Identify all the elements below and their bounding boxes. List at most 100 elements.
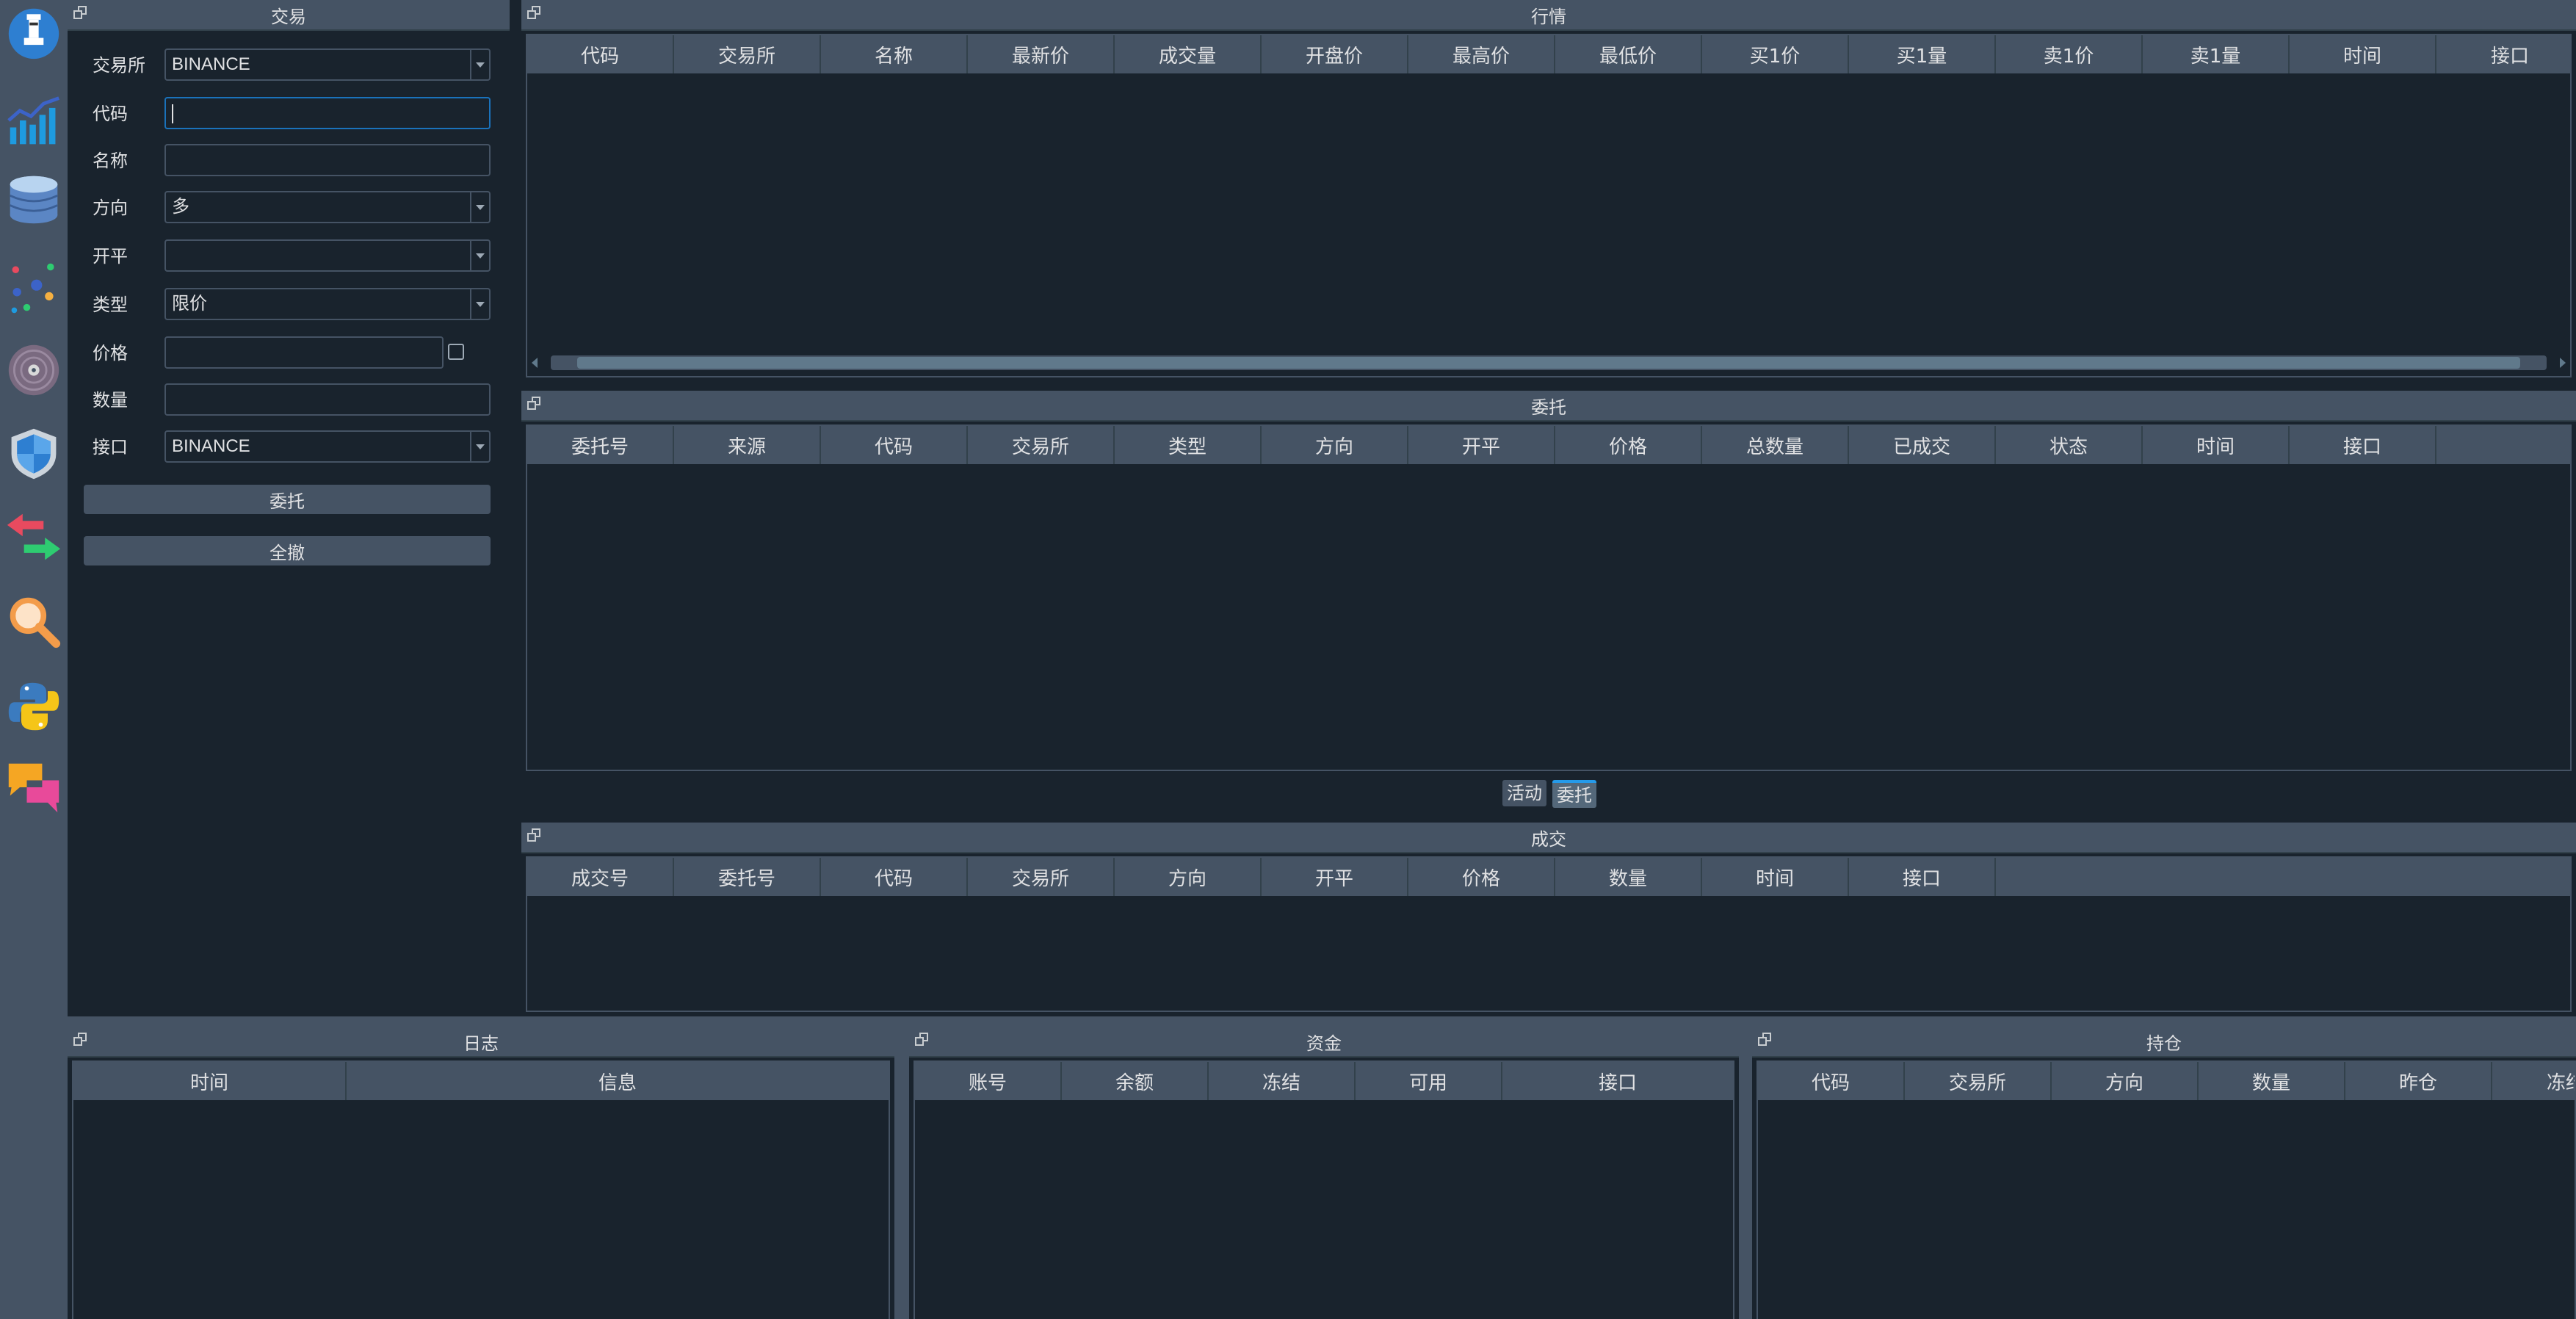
horizontal-scrollbar[interactable]: [529, 355, 2569, 370]
column-header[interactable]: 买1价: [1702, 35, 1849, 73]
column-header[interactable]: 接口: [2436, 35, 2570, 73]
column-header[interactable]: 价格: [1408, 858, 1555, 896]
column-header[interactable]: 成交号: [527, 858, 674, 896]
tick-table: 代码 交易所 名称 最新价 成交量 开盘价 最高价 最低价 买1价 买1量 卖1…: [526, 34, 2572, 377]
column-header[interactable]: 卖1价: [1996, 35, 2143, 73]
send-order-button[interactable]: 委托: [84, 485, 491, 514]
tab-active-orders[interactable]: 活动: [1502, 780, 1546, 806]
column-header[interactable]: 开平: [1262, 858, 1408, 896]
scroll-thumb[interactable]: [577, 357, 2520, 369]
column-header[interactable]: 账号: [915, 1062, 1062, 1100]
tab-all-orders[interactable]: 委托: [1552, 780, 1596, 808]
column-header[interactable]: 成交量: [1115, 35, 1262, 73]
column-header[interactable]: 卖1量: [2143, 35, 2290, 73]
column-header[interactable]: 信息: [347, 1062, 889, 1100]
column-header[interactable]: 时间: [2290, 35, 2436, 73]
column-header[interactable]: 委托号: [527, 426, 674, 464]
chat-icon[interactable]: [4, 758, 63, 817]
disc-icon[interactable]: [4, 341, 63, 400]
float-window-icon[interactable]: [73, 6, 87, 19]
search-icon[interactable]: [4, 592, 63, 651]
column-header[interactable]: 状态: [1996, 426, 2143, 464]
float-window-icon[interactable]: [527, 397, 540, 410]
direction-combobox[interactable]: 多: [164, 191, 491, 223]
column-header[interactable]: 开平: [1408, 426, 1555, 464]
column-header[interactable]: 最新价: [968, 35, 1115, 73]
price-checkbox[interactable]: [448, 344, 464, 360]
column-header[interactable]: 冻结: [2492, 1062, 2575, 1100]
horizontal-splitter[interactable]: [68, 1016, 2576, 1027]
swap-arrows-icon[interactable]: [4, 508, 63, 567]
code-label: 代码: [93, 104, 128, 124]
log-monitor-title: 日志: [68, 1027, 894, 1058]
column-header[interactable]: 名称: [821, 35, 968, 73]
python-icon[interactable]: [4, 677, 63, 736]
column-header[interactable]: 委托号: [674, 858, 821, 896]
vertical-splitter[interactable]: [510, 0, 520, 1016]
column-header[interactable]: 买1量: [1849, 35, 1996, 73]
column-header[interactable]: 交易所: [1905, 1062, 2052, 1100]
order-monitor-title: 委托: [521, 391, 2576, 422]
column-header[interactable]: 冻结: [1209, 1062, 1356, 1100]
float-window-icon[interactable]: [527, 828, 540, 842]
column-header[interactable]: 代码: [821, 858, 968, 896]
column-header[interactable]: 已成交: [1849, 426, 1996, 464]
column-header[interactable]: 总数量: [1702, 426, 1849, 464]
vertical-splitter[interactable]: [1739, 1027, 1752, 1319]
column-header[interactable]: 交易所: [968, 426, 1115, 464]
column-header[interactable]: 余额: [1062, 1062, 1209, 1100]
float-window-icon[interactable]: [1758, 1033, 1771, 1046]
column-header[interactable]: 最低价: [1555, 35, 1702, 73]
column-header[interactable]: 时间: [73, 1062, 347, 1100]
column-header[interactable]: 时间: [2143, 426, 2290, 464]
account-monitor: 资金 账号 余额 冻结 可用 接口: [909, 1027, 1739, 1319]
float-window-icon[interactable]: [527, 6, 540, 19]
column-header[interactable]: 类型: [1115, 426, 1262, 464]
column-header[interactable]: 方向: [2052, 1062, 2199, 1100]
column-header[interactable]: 方向: [1262, 426, 1408, 464]
column-header[interactable]: 接口: [2290, 426, 2436, 464]
shield-icon[interactable]: [4, 424, 63, 483]
column-header[interactable]: 代码: [527, 35, 674, 73]
scroll-right-arrow-icon[interactable]: [2560, 358, 2566, 368]
float-window-icon[interactable]: [73, 1033, 87, 1046]
name-input[interactable]: [164, 144, 491, 176]
scroll-left-arrow-icon[interactable]: [532, 358, 538, 368]
float-window-icon[interactable]: [915, 1033, 928, 1046]
scroll-track[interactable]: [551, 355, 2547, 370]
column-header[interactable]: 代码: [1758, 1062, 1905, 1100]
vertical-splitter[interactable]: [894, 1027, 909, 1319]
column-header[interactable]: 来源: [674, 426, 821, 464]
column-header[interactable]: 交易所: [968, 858, 1115, 896]
chevron-down-icon: [470, 289, 489, 319]
column-header[interactable]: 昨仓: [2345, 1062, 2492, 1100]
gateway-combobox[interactable]: BINANCE: [164, 430, 491, 463]
column-header[interactable]: 开盘价: [1262, 35, 1408, 73]
database-icon[interactable]: [4, 170, 63, 229]
column-header[interactable]: 交易所: [674, 35, 821, 73]
column-header[interactable]: 代码: [821, 426, 968, 464]
column-header[interactable]: 最高价: [1408, 35, 1555, 73]
column-header[interactable]: 价格: [1555, 426, 1702, 464]
column-header[interactable]: 接口: [1502, 1062, 1733, 1100]
column-header[interactable]: 方向: [1115, 858, 1262, 896]
text-caret: [172, 104, 173, 123]
position-monitor: 持仓 代码 交易所 方向 数量 昨仓 冻结: [1752, 1027, 2576, 1319]
cancel-all-button[interactable]: 全撤: [84, 536, 491, 565]
price-input[interactable]: [164, 336, 444, 369]
exchange-combobox[interactable]: BINANCE: [164, 48, 491, 81]
column-header[interactable]: 接口: [1849, 858, 1996, 896]
horizontal-splitter[interactable]: [521, 382, 2576, 391]
offset-combobox[interactable]: [164, 239, 491, 272]
type-combobox[interactable]: 限价: [164, 288, 491, 320]
column-header[interactable]: 数量: [1555, 858, 1702, 896]
column-header[interactable]: 数量: [2199, 1062, 2345, 1100]
market-chart-icon[interactable]: [4, 91, 63, 150]
column-header[interactable]: 时间: [1702, 858, 1849, 896]
column-header[interactable]: 可用: [1356, 1062, 1502, 1100]
code-input[interactable]: [164, 97, 491, 129]
volume-input[interactable]: [164, 383, 491, 416]
trade-table: 成交号 委托号 代码 交易所 方向 开平 价格 数量 时间 接口: [526, 856, 2572, 1012]
trader-icon[interactable]: [4, 3, 63, 62]
scatter-dots-icon[interactable]: [4, 259, 63, 317]
